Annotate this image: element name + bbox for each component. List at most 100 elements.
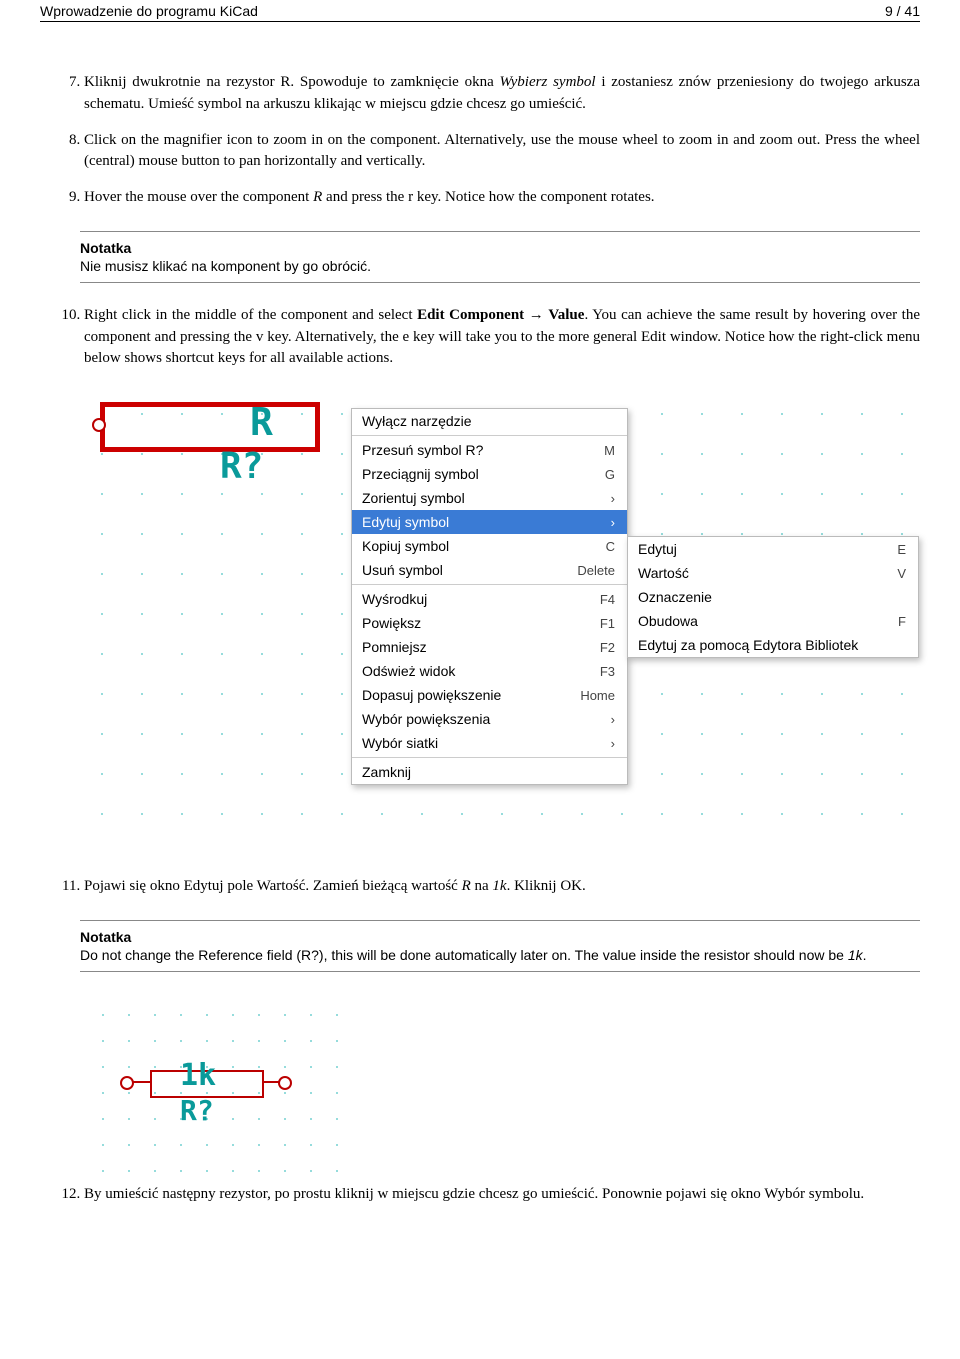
menu-item-shortcut: › (611, 491, 615, 506)
page-number: 9 / 41 (885, 3, 920, 19)
step-7: Kliknij dwukrotnie na rezystor R. Spowod… (84, 72, 920, 116)
menu-item-shortcut: F2 (600, 640, 615, 655)
context-menu-item-5[interactable]: Edytuj symbol › (352, 510, 627, 534)
menu-item-label: Usuń symbol (362, 562, 443, 578)
figure-context-menu: R R? Wyłącz narzędziePrzesuń symbol R?MP… (76, 388, 920, 848)
context-menu-item-13[interactable]: Dopasuj powiększenie Home (352, 683, 627, 707)
menu-item-label: Oznaczenie (638, 589, 712, 605)
menu-item-label: Powiększ (362, 615, 421, 631)
menu-item-label: Dopasuj powiększenie (362, 687, 501, 703)
pin-right-icon (278, 1076, 292, 1090)
menu-item-shortcut: F3 (600, 664, 615, 679)
context-menu-item-15[interactable]: Wybór siatki › (352, 731, 627, 755)
context-menu-item-14[interactable]: Wybór powiększenia › (352, 707, 627, 731)
menu-item-shortcut: M (604, 443, 615, 458)
step-9-b: and press the r key. Notice how the comp… (322, 189, 654, 205)
note-1: Notatka Nie musisz klikać na komponent b… (80, 231, 920, 283)
step-9: Hover the mouse over the component R and… (84, 187, 920, 209)
context-menu-item-11[interactable]: Pomniejsz F2 (352, 635, 627, 659)
context-menu-item-4[interactable]: Zorientuj symbol › (352, 486, 627, 510)
context-menu-item-9[interactable]: Wyśrodkuj F4 (352, 587, 627, 611)
menu-item-shortcut: Delete (577, 563, 615, 578)
context-menu-item-12[interactable]: Odśwież widok F3 (352, 659, 627, 683)
submenu-item-4[interactable]: Edytuj za pomocą Edytora Bibliotek (628, 633, 918, 657)
menu-item-label: Edytuj symbol (362, 514, 449, 530)
note-2: Notatka Do not change the Reference fiel… (80, 920, 920, 972)
step-10-b2: Value (548, 307, 584, 323)
menu-item-label: Edytuj (638, 541, 677, 557)
note-1-title: Notatka (80, 240, 920, 256)
step-10-a: Right click in the middle of the compone… (84, 307, 417, 323)
context-menu-item-7[interactable]: Usuń symbol Delete (352, 558, 627, 582)
menu-item-label: Wybór siatki (362, 735, 438, 751)
menu-item-shortcut: E (897, 542, 906, 557)
step-10: Right click in the middle of the compone… (84, 305, 920, 370)
menu-item-label: Wybór powiększenia (362, 711, 490, 727)
context-menu-item-3[interactable]: Przeciągnij symbol G (352, 462, 627, 486)
note-2-title: Notatka (80, 929, 920, 945)
resistor-value-1k: 1k (180, 1058, 216, 1093)
submenu-item-1[interactable]: Wartość V (628, 561, 918, 585)
menu-item-label: Pomniejsz (362, 639, 427, 655)
step-11-a: Pojawi się okno Edytuj pole Wartość. Zam… (84, 878, 462, 894)
doc-title: Wprowadzenie do programu KiCad (40, 3, 258, 19)
step-12: By umieścić następny rezystor, po prostu… (84, 1184, 920, 1206)
step-11-em2: 1k (492, 878, 506, 894)
menu-item-label: Zamknij (362, 764, 411, 780)
resistor-value-label: R (250, 400, 273, 444)
menu-separator (352, 435, 627, 436)
menu-item-shortcut: Home (580, 688, 615, 703)
menu-item-shortcut: F (898, 614, 906, 629)
menu-item-shortcut: C (606, 539, 615, 554)
step-11: Pojawi się okno Edytuj pole Wartość. Zam… (84, 876, 920, 898)
context-menu-item-17[interactable]: Zamknij (352, 760, 627, 784)
submenu-item-3[interactable]: Obudowa F (628, 609, 918, 633)
note-2-em: 1k (848, 947, 863, 963)
note-2-body: Do not change the Reference field (R?), … (80, 947, 920, 963)
context-menu-item-2[interactable]: Przesuń symbol R? M (352, 438, 627, 462)
menu-item-label: Wyśrodkuj (362, 591, 427, 607)
menu-item-shortcut: F1 (600, 616, 615, 631)
context-submenu[interactable]: Edytuj E Wartość V Oznaczenie Obudowa F Edytuj … (627, 536, 919, 658)
step-8: Click on the magnifier icon to zoom in o… (84, 130, 920, 174)
menu-separator (352, 584, 627, 585)
menu-item-shortcut: › (611, 736, 615, 751)
note-2-b: . (863, 947, 867, 963)
step-10-b1: Edit Component (417, 307, 524, 323)
menu-item-label: Obudowa (638, 613, 698, 629)
menu-item-label: Wyłącz narzędzie (362, 413, 472, 429)
resistor-symbol[interactable]: R R? (100, 402, 320, 452)
lead-left (132, 1081, 150, 1083)
menu-item-label: Kopiuj symbol (362, 538, 449, 554)
note-2-a: Do not change the Reference field (R?), … (80, 947, 848, 963)
step-9-a: Hover the mouse over the component (84, 189, 313, 205)
context-menu-item-6[interactable]: Kopiuj symbol C (352, 534, 627, 558)
context-menu-item-0[interactable]: Wyłącz narzędzie (352, 409, 627, 433)
menu-item-shortcut: V (897, 566, 906, 581)
menu-item-label: Edytuj za pomocą Edytora Bibliotek (638, 637, 858, 653)
menu-item-label: Przeciągnij symbol (362, 466, 479, 482)
step-11-c: . Kliknij OK. (507, 878, 586, 894)
step-10-arrow: → (524, 307, 548, 323)
context-menu[interactable]: Wyłącz narzędzie Przesuń symbol R? M Przeci… (351, 408, 628, 785)
step-7-a: Kliknij dwukrotnie na rezystor R. Spowod… (84, 74, 500, 90)
menu-item-shortcut: › (611, 515, 615, 530)
resistor-body (100, 402, 320, 452)
resistor-ref-label: R? (220, 446, 263, 487)
menu-separator (352, 757, 627, 758)
pin-left-icon (120, 1076, 134, 1090)
menu-item-label: Odśwież widok (362, 663, 455, 679)
menu-item-label: Przesuń symbol R? (362, 442, 483, 458)
menu-item-shortcut: G (605, 467, 615, 482)
pin-left-icon (92, 418, 106, 432)
submenu-item-2[interactable]: Oznaczenie (628, 585, 918, 609)
menu-item-shortcut: F4 (600, 592, 615, 607)
submenu-item-0[interactable]: Edytuj E (628, 537, 918, 561)
menu-item-shortcut: › (611, 712, 615, 727)
menu-item-label: Zorientuj symbol (362, 490, 465, 506)
menu-item-label: Wartość (638, 565, 689, 581)
step-7-em: Wybierz symbol (500, 74, 596, 90)
step-11-em1: R (462, 878, 471, 894)
context-menu-item-10[interactable]: Powiększ F1 (352, 611, 627, 635)
step-11-b: na (471, 878, 493, 894)
